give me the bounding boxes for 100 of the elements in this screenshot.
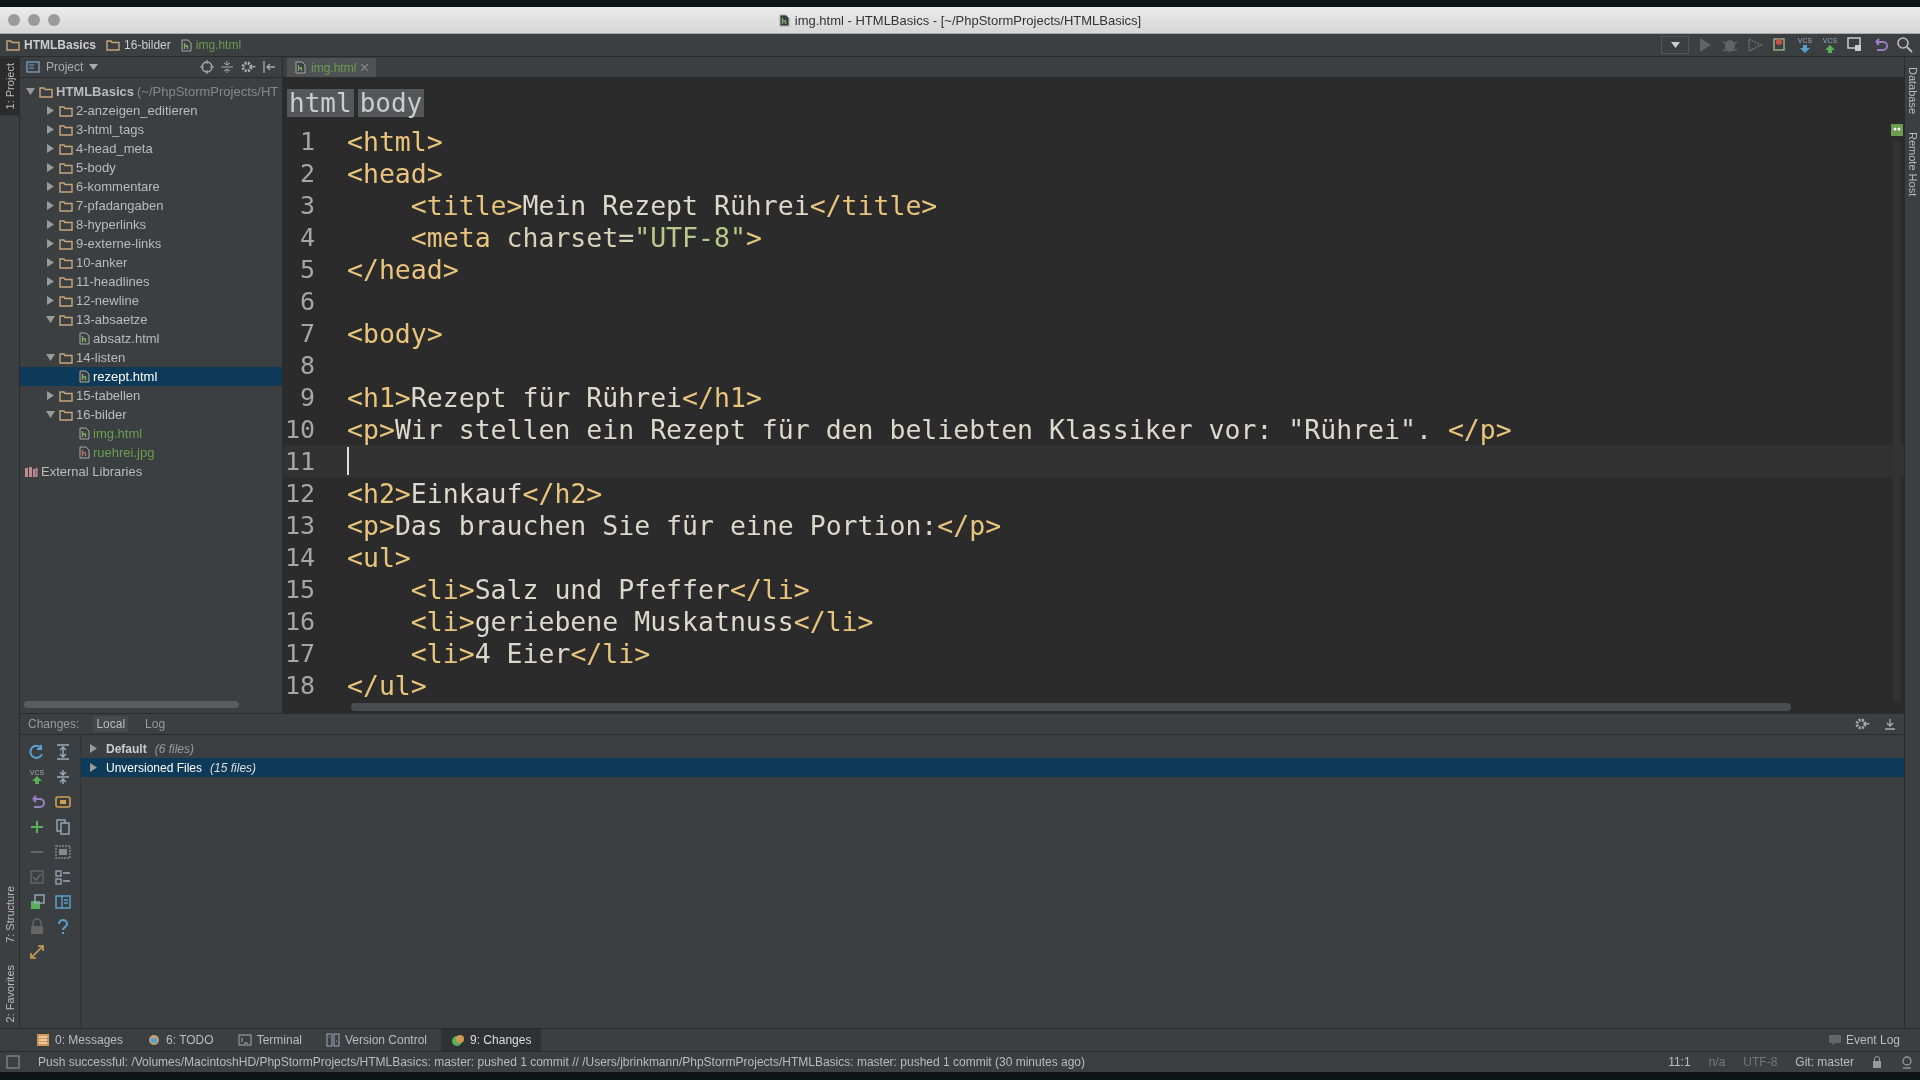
line-number: 14 bbox=[283, 542, 315, 572]
expand-arrow-icon[interactable] bbox=[45, 410, 55, 419]
shelve-icon[interactable] bbox=[28, 892, 46, 911]
tree-item-label: 11-headlines bbox=[76, 274, 150, 289]
tool-window-tab[interactable]: 0: Messages bbox=[26, 1029, 134, 1051]
collapse-arrow-icon[interactable] bbox=[45, 163, 55, 172]
panel-title: Project bbox=[46, 60, 84, 74]
window-control-button[interactable] bbox=[28, 14, 40, 26]
collapse-all-icon[interactable] bbox=[54, 767, 72, 786]
tree-item[interactable]: 15-tabellen bbox=[20, 386, 282, 405]
breadcrumb-item[interactable]: 16-bilder bbox=[106, 38, 177, 52]
tree-item[interactable]: 3-html_tags bbox=[20, 120, 282, 139]
tree-item[interactable]: 6-kommentare bbox=[20, 177, 282, 196]
preview-icon[interactable] bbox=[54, 892, 72, 911]
tree-item[interactable]: 13-absaetze bbox=[20, 310, 282, 329]
expand-all-icon[interactable] bbox=[54, 742, 72, 761]
tree-item[interactable]: 12-newline bbox=[20, 291, 282, 310]
tree-item[interactable]: 4-head_meta bbox=[20, 139, 282, 158]
collapse-arrow-icon[interactable] bbox=[45, 239, 55, 248]
panel-tab[interactable]: Log bbox=[142, 716, 169, 732]
settings-icon[interactable] bbox=[240, 60, 256, 74]
target-icon[interactable] bbox=[200, 60, 214, 74]
panel-toggle-icon[interactable] bbox=[6, 1055, 20, 1069]
tool-window-tab[interactable]: 6: TODO bbox=[137, 1029, 224, 1051]
panel-tab[interactable]: Local bbox=[93, 716, 129, 732]
hide-panel-icon[interactable] bbox=[262, 60, 276, 74]
hide-panel-icon[interactable] bbox=[1884, 718, 1896, 730]
collapse-arrow-icon[interactable] bbox=[45, 258, 55, 267]
caret-icon[interactable] bbox=[89, 64, 99, 70]
expand-arrow-icon[interactable] bbox=[45, 353, 55, 362]
expand-icon[interactable] bbox=[28, 942, 46, 961]
tree-item[interactable]: 9-externe-links bbox=[20, 234, 282, 253]
tree-item[interactable]: 2-anzeigen_editieren bbox=[20, 101, 282, 120]
collapse-arrow-icon[interactable] bbox=[45, 391, 55, 400]
settings-icon[interactable] bbox=[1854, 717, 1870, 731]
tool-window-tab[interactable]: Terminal bbox=[227, 1029, 312, 1051]
tree-item[interactable]: HTMLBasics (~/PhpStormProjects/HT bbox=[20, 82, 282, 101]
refresh-icon[interactable] bbox=[28, 742, 46, 761]
collapse-arrow-icon[interactable] bbox=[45, 182, 55, 191]
tool-window-tab[interactable]: 9: Changes bbox=[441, 1029, 542, 1051]
tree-item[interactable]: 14-listen bbox=[20, 348, 282, 367]
scrollbar-thumb[interactable] bbox=[24, 700, 239, 708]
tree-item-label: 8-hyperlinks bbox=[76, 217, 147, 232]
tree-item[interactable]: 8-hyperlinks bbox=[20, 215, 282, 234]
changelist-row[interactable]: Default (6 files) bbox=[81, 739, 1904, 758]
line-number: 15 bbox=[283, 574, 315, 604]
copy-icon[interactable] bbox=[54, 817, 72, 836]
code-line: <h2>Einkauf</h2> bbox=[347, 477, 603, 509]
expand-arrow-icon[interactable] bbox=[45, 315, 55, 324]
tree-item[interactable]: absatz.html bbox=[20, 329, 282, 348]
tree-item[interactable]: ruehrei.jpg bbox=[20, 443, 282, 462]
tree-item[interactable]: 7-pfadangaben bbox=[20, 196, 282, 215]
tag-breadcrumb[interactable]: body bbox=[357, 89, 425, 117]
history-icon[interactable] bbox=[1846, 36, 1864, 54]
inspector-icon[interactable] bbox=[1900, 1055, 1914, 1069]
lock-icon[interactable] bbox=[1872, 1056, 1882, 1068]
folder-icon bbox=[59, 313, 73, 326]
close-icon[interactable] bbox=[361, 64, 369, 71]
side-tab[interactable]: 2: Favorites bbox=[0, 958, 19, 1028]
collapse-arrow-icon[interactable] bbox=[45, 277, 55, 286]
checkbox-icon[interactable] bbox=[28, 867, 46, 886]
side-tab[interactable]: Remote Host bbox=[1905, 130, 1920, 199]
tree-item[interactable]: 16-bilder bbox=[20, 405, 282, 424]
tree-item[interactable]: 11-headlines bbox=[20, 272, 282, 291]
side-tab[interactable]: Database bbox=[1905, 65, 1920, 117]
breadcrumb-item[interactable]: img.html bbox=[180, 38, 248, 52]
collapse-arrow-icon[interactable] bbox=[89, 744, 98, 753]
collapse-arrow-icon[interactable] bbox=[45, 106, 55, 115]
tool-window-tab[interactable]: Version Control bbox=[316, 1029, 438, 1051]
group-icon[interactable] bbox=[54, 867, 72, 886]
collapse-arrow-icon[interactable] bbox=[45, 296, 55, 305]
event-log-button[interactable]: Event Log bbox=[1828, 1033, 1920, 1047]
side-tab[interactable]: 1: Project bbox=[0, 57, 19, 116]
tree-item[interactable]: rezept.html bbox=[20, 367, 282, 386]
collapse-arrow-icon[interactable] bbox=[45, 144, 55, 153]
scrollbar-thumb[interactable] bbox=[351, 703, 1791, 711]
breadcrumb-item[interactable]: HTMLBasics bbox=[6, 38, 103, 52]
window-control-button[interactable] bbox=[8, 14, 20, 26]
run-config-dropdown[interactable] bbox=[1661, 36, 1689, 54]
select-icon[interactable] bbox=[54, 842, 72, 861]
file-count: (15 files) bbox=[210, 760, 257, 775]
collapse-arrow-icon[interactable] bbox=[45, 125, 55, 134]
collapse-arrow-icon[interactable] bbox=[45, 220, 55, 229]
tree-item-label: img.html bbox=[93, 426, 143, 441]
file-count: (6 files) bbox=[154, 741, 194, 756]
side-tab[interactable]: 7: Structure bbox=[0, 879, 19, 949]
tree-item[interactable]: img.html bbox=[20, 424, 282, 443]
tag-breadcrumb[interactable]: html bbox=[287, 89, 354, 117]
tree-item[interactable]: External Libraries bbox=[20, 462, 282, 481]
tree-item[interactable]: 5-body bbox=[20, 158, 282, 177]
expand-arrow-icon[interactable] bbox=[25, 87, 35, 96]
search-icon[interactable] bbox=[1896, 36, 1914, 54]
git-branch[interactable]: Git: master bbox=[1795, 1055, 1854, 1069]
window-control-button[interactable] bbox=[48, 14, 60, 26]
collapse-icon[interactable] bbox=[220, 60, 234, 74]
collapse-arrow-icon[interactable] bbox=[45, 201, 55, 210]
collapse-arrow-icon[interactable] bbox=[89, 763, 98, 772]
tree-item[interactable]: 10-anker bbox=[20, 253, 282, 272]
cursor-position[interactable]: 11:1 bbox=[1668, 1055, 1691, 1069]
changelist-row[interactable]: Unversioned Files (15 files) bbox=[81, 758, 1904, 777]
